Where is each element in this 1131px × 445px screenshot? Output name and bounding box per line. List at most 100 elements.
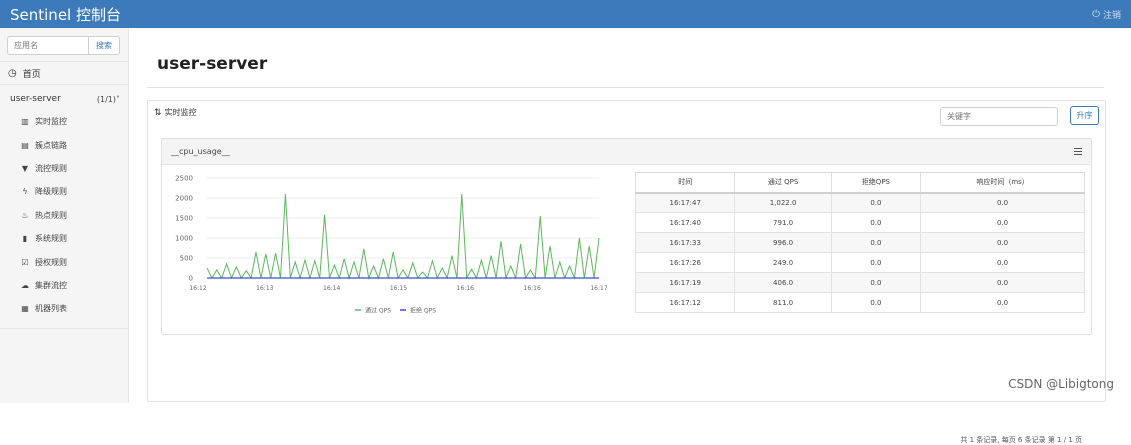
sidebar-item-label: 热点规则 [35,210,67,220]
table-row: 16:17:33 996.0 0.0 0.0 [634,232,1085,253]
table-cell: 0.0 [830,272,922,293]
table-cell: 16:17:47 [634,192,736,213]
title-divider [147,87,1104,88]
main-content: user-server ⇅ 实时监控 升序 __cpu_usage__ 0 500… [130,28,1131,444]
legend-label: 通过 QPS [365,307,391,315]
table-cell: 0.0 [920,252,1085,273]
table-header-row: 时间 通过 QPS 拒绝QPS 响应时间（ms） [634,172,1085,194]
app-machine-count: (1/1)˅ [96,94,120,104]
metrics-table: 时间 通过 QPS 拒绝QPS 响应时间（ms） 16:17:47 1,022.0 0.0… [634,172,1085,313]
table-cell: 0.0 [920,272,1085,293]
flash-icon: ϟ [22,187,28,197]
y-tick-label: 2500 [175,175,193,183]
sidebar-item-label: 降级规则 [35,187,67,197]
series-line-pass-qps [206,193,600,280]
x-tick-label: 16:16 [457,285,474,292]
table-cell: 16:17:12 [634,292,736,313]
table-cell: 791.0 [734,212,832,233]
sidebar-item-label: 机器列表 [35,304,67,314]
sidebar-item-label: 簇点链路 [35,140,67,150]
column-header: 时间 [634,172,736,194]
table-cell: 249.0 [734,252,832,273]
x-tick-label: 16:14 [323,285,340,292]
app-search-input[interactable] [7,36,89,55]
sidebar-item-0[interactable]: ▥ 实时监控 [0,110,128,133]
x-tick-label: 16:12 [189,285,206,292]
panel-header: ⇅ 实时监控 [154,107,197,118]
sidebar-divider [0,328,129,329]
table-cell: 0.0 [920,192,1085,213]
table-cell: 0.0 [920,232,1085,253]
sidebar-item-label: 授权规则 [35,257,67,267]
home-label: 首页 [22,69,41,80]
sidebar-item-7[interactable]: ☁ 集群流控 [0,274,128,297]
sidebar-item-8[interactable]: ▦ 机器列表 [0,297,128,320]
y-tick-label: 500 [180,255,193,263]
table-cell: 16:17:19 [634,272,736,293]
bar-chart-icon: ▥ [21,117,29,127]
cloud-icon: ☁ [21,280,29,290]
table-cell: 0.0 [920,212,1085,233]
x-tick-label: 16:17 [590,285,607,292]
sidebar-item-label: 流控规则 [35,163,67,173]
filter-icon: ▼ [21,163,29,173]
top-navbar: Sentinel 控制台 ⏻ 注销 [0,0,1131,28]
legend-label: 拒绝 QPS [410,307,436,315]
resource-name: __cpu_usage__ [171,147,230,156]
csdn-watermark: CSDN @Libigtong [1008,377,1114,391]
sidebar-item-2[interactable]: ▼ 流控规则 [0,157,128,180]
column-header: 拒绝QPS [830,172,922,194]
page-title: user-server [157,54,268,74]
keyword-search-input[interactable] [940,107,1058,126]
logout-link[interactable]: ⏻ 注销 [1092,8,1121,21]
y-tick-label: 2000 [175,195,193,203]
sidebar-item-3[interactable]: ϟ 降级规则 [0,180,128,203]
panel-title: 实时监控 [164,108,197,117]
sidebar: 搜索 ◷ 首页 user-server (1/1)˅ ▥ 实时监控 ▤ 簇点链路 ▼ 流控… [0,28,129,403]
sidebar-item-4[interactable]: ♨ 热点规则 [0,204,128,227]
hamburger-menu-icon[interactable] [1074,147,1082,156]
y-tick-label: 1000 [175,235,193,243]
table-cell: 16:17:40 [634,212,736,233]
pagination-info: 共 1 条记录, 每页 6 条记录 第 1 / 1 页 [960,436,1082,444]
y-tick-label: 0 [189,275,193,283]
table-cell: 0.0 [830,192,922,213]
brand-title[interactable]: Sentinel 控制台 [10,4,121,25]
sidebar-item-label: 系统规则 [35,234,67,244]
table-row: 16:17:19 406.0 0.0 0.0 [634,272,1085,293]
app-search-button[interactable]: 搜索 [89,36,120,55]
app-search: 搜索 [0,28,128,61]
y-tick-label: 1500 [175,215,193,223]
qps-line-chart: 0 500 1000 1500 2000 2500 16:12 16:13 16:14 16:15… [175,175,608,315]
grid-icon: ▦ [21,304,29,314]
column-header: 通过 QPS [734,172,832,194]
table-cell: 406.0 [734,272,832,293]
lock-icon: ▮ [22,234,28,244]
sidebar-item-home[interactable]: ◷ 首页 [0,61,128,85]
sidebar-item-5[interactable]: ▮ 系统规则 [0,227,128,250]
chevron-down-icon: ˅ [116,94,120,104]
sidebar-item-label: 实时监控 [35,117,67,127]
app-group-header[interactable]: user-server (1/1)˅ [0,88,128,110]
table-cell: 1,022.0 [734,192,832,213]
app-name: user-server [10,94,61,104]
sidebar-item-6[interactable]: ☑ 授权规则 [0,250,128,273]
table-row: 16:17:47 1,022.0 0.0 0.0 [634,192,1085,213]
table-row: 16:17:40 791.0 0.0 0.0 [634,212,1085,233]
realtime-monitor-panel: ⇅ 实时监控 升序 __cpu_usage__ 0 500 1000 1500 2000… [147,100,1106,444]
table-cell: 0.0 [830,212,922,233]
resource-card-header: __cpu_usage__ [162,139,1091,165]
table-cell: 0.0 [830,292,922,313]
app-menu: ▥ 实时监控 ▤ 簇点链路 ▼ 流控规则 ϟ 降级规则 ♨ 热点规则 ▮ 系统规则 ☑ 授权规则 ☁ 集群流控… [0,110,128,321]
sidebar-item-label: 集群流控 [35,280,67,290]
x-tick-label: 16:13 [256,285,273,292]
column-header: 响应时间（ms） [920,172,1085,194]
check-circle-icon: ☑ [21,257,29,267]
dashboard-icon: ◷ [8,67,17,79]
x-tick-label: 16:15 [390,285,407,292]
table-row: 16:17:12 811.0 0.0 0.0 [634,292,1085,313]
sidebar-item-1[interactable]: ▤ 簇点链路 [0,133,128,156]
x-tick-label: 16:16 [524,285,541,292]
sort-ascending-button[interactable]: 升序 [1070,106,1099,125]
logout-icon: ⏻ [1092,8,1100,20]
